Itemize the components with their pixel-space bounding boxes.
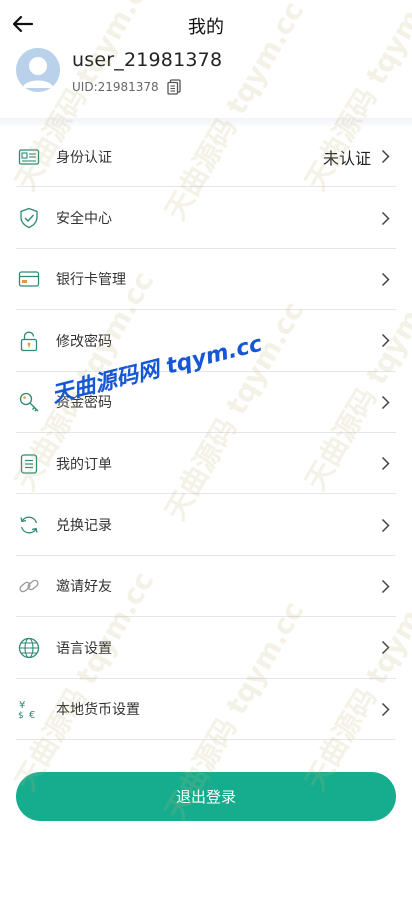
user-avatar-icon xyxy=(16,48,60,92)
menu-label: 修改密码 xyxy=(56,333,112,350)
menu-label: 语言设置 xyxy=(56,640,112,657)
key-icon xyxy=(19,393,39,412)
menu-item-currency[interactable]: ¥ € $ 本地货币设置 xyxy=(0,679,412,741)
chevron-right-icon xyxy=(381,579,390,593)
menu-item-bank[interactable]: 银行卡管理 xyxy=(0,249,412,311)
menu-label: 本地货币设置 xyxy=(56,702,140,719)
menu-item-security[interactable]: 安全中心 xyxy=(0,187,412,250)
chevron-right-icon xyxy=(381,272,390,286)
top-bar: 我的 xyxy=(0,0,412,48)
menu-label: 银行卡管理 xyxy=(56,272,126,289)
menu-item-identity[interactable]: 身份认证 未认证 xyxy=(0,126,412,188)
chevron-right-icon xyxy=(381,702,390,716)
id-card-icon xyxy=(18,149,40,165)
svg-text:¥: ¥ xyxy=(19,700,25,711)
unlock-icon xyxy=(20,331,38,352)
menu-item-invite[interactable]: 邀请好友 xyxy=(0,556,412,618)
refresh-icon xyxy=(20,516,38,534)
chevron-right-icon xyxy=(381,457,390,471)
menu-label: 安全中心 xyxy=(56,211,112,228)
shield-check-icon xyxy=(20,207,38,229)
verification-status: 未认证 xyxy=(322,148,371,168)
section-divider xyxy=(0,118,412,126)
chevron-right-icon xyxy=(381,395,390,409)
menu-label: 邀请好友 xyxy=(56,579,112,596)
username: user_21981378 xyxy=(72,49,223,71)
chevron-right-icon xyxy=(381,211,390,225)
svg-text:€: € xyxy=(29,710,35,720)
chevron-right-icon xyxy=(381,518,390,532)
copy-icon[interactable] xyxy=(167,79,181,95)
svg-text:$: $ xyxy=(18,711,24,720)
menu-item-orders[interactable]: 我的订单 xyxy=(0,433,412,495)
profile-card: user_21981378 UID:21981378 xyxy=(0,44,412,116)
menu-label: 资金密码 xyxy=(56,395,112,412)
menu-item-language[interactable]: 语言设置 xyxy=(0,617,412,679)
menu-label: 我的订单 xyxy=(56,456,112,473)
link-icon xyxy=(19,580,39,593)
settings-menu: 身份认证 未认证 安全中心 银行卡管理 修改密码 资金密码 我的订单 兑换记录 … xyxy=(0,126,412,741)
menu-label: 兑换记录 xyxy=(56,518,112,535)
order-list-icon xyxy=(20,453,38,474)
menu-label: 身份认证 xyxy=(56,149,112,166)
menu-item-password[interactable]: 修改密码 xyxy=(0,310,412,372)
currency-icon: ¥ € $ xyxy=(18,700,35,720)
globe-icon xyxy=(18,637,40,658)
chevron-right-icon xyxy=(381,150,390,164)
page-title: 我的 xyxy=(188,17,224,38)
bank-card-icon xyxy=(18,271,40,288)
uid-text: UID:21981378 xyxy=(72,80,159,94)
uid-row: UID:21981378 xyxy=(72,79,181,95)
logout-button[interactable]: 退出登录 xyxy=(16,772,396,821)
menu-item-fund-password[interactable]: 资金密码 xyxy=(0,372,412,434)
avatar xyxy=(16,48,60,92)
menu-item-redeem[interactable]: 兑换记录 xyxy=(0,494,412,557)
chevron-right-icon xyxy=(381,641,390,655)
chevron-right-icon xyxy=(381,334,390,348)
